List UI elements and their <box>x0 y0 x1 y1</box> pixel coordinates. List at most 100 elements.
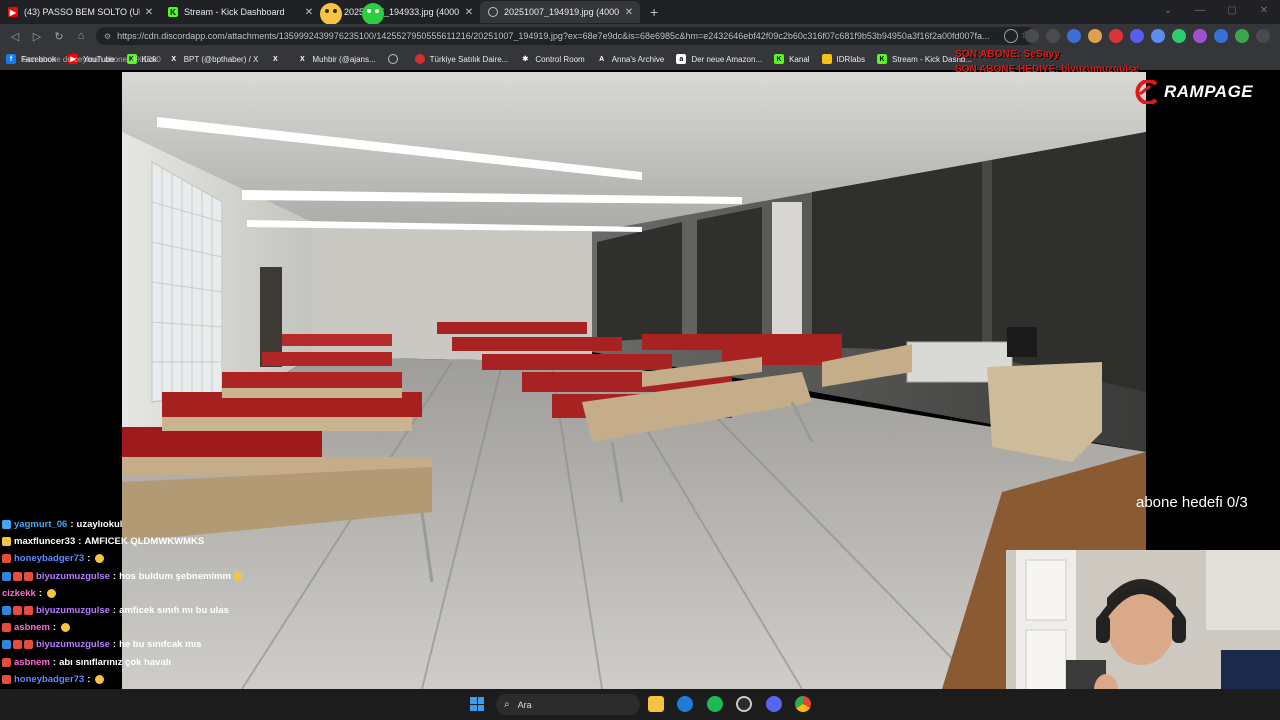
close-icon[interactable]: ✕ <box>624 7 634 18</box>
extension-icon[interactable] <box>1193 29 1207 43</box>
discord-icon[interactable] <box>766 696 782 712</box>
chat-username[interactable]: asbnem <box>14 622 50 633</box>
badge-icon <box>13 571 22 581</box>
chat-username[interactable]: biyuzumuzgulse <box>36 605 110 616</box>
tab-title: Stream - Kick Dashboard <box>184 7 285 17</box>
bookmark-item[interactable]: K Kanal <box>774 54 810 64</box>
facebook-icon: f <box>6 54 16 64</box>
search-icon: ⌕ <box>504 699 510 710</box>
file-explorer-icon[interactable] <box>648 696 664 712</box>
globe-icon <box>387 54 398 64</box>
chat-username[interactable]: yagmurt_06 <box>14 519 67 530</box>
bookmark-item[interactable]: X Muhbir (@ajans... <box>297 54 376 64</box>
minimize-icon[interactable]: — <box>1184 0 1216 22</box>
badge-icon <box>13 606 22 616</box>
badge-icon <box>24 571 33 581</box>
browser-tab[interactable]: K Stream - Kick Dashboard ✕ <box>160 1 320 23</box>
chat-username[interactable]: maxfluncer33 <box>14 536 75 547</box>
chrome-icon[interactable] <box>795 696 811 712</box>
bookmark-item[interactable]: a Der neue Amazon... <box>676 54 762 64</box>
back-icon[interactable]: ◁ <box>4 30 26 43</box>
classroom-image <box>122 72 1146 689</box>
bookmark-icon[interactable] <box>1046 29 1060 43</box>
extension-icon[interactable] <box>1172 29 1186 43</box>
badge-icon <box>2 674 11 684</box>
chat-username[interactable]: biyuzumuzgulse <box>36 639 110 650</box>
new-tab-button[interactable]: + <box>650 4 658 20</box>
maximize-icon[interactable]: ▢ <box>1216 0 1248 22</box>
kick-icon: K <box>774 54 785 64</box>
badge-icon <box>2 554 11 564</box>
rampage-logo-text: RAMPAGE <box>1164 82 1254 101</box>
url-text: https://cdn.discordapp.com/attachments/1… <box>117 31 990 41</box>
bookmark-item[interactable]: X BPT (@bpthaber) / X <box>169 54 259 64</box>
close-icon[interactable]: ✕ <box>304 7 314 18</box>
browser-tab-active[interactable]: 20251007_194919.jpg (4000×3000) ✕ <box>480 1 640 23</box>
profile-avatar[interactable] <box>1235 29 1249 43</box>
obs-icon[interactable] <box>736 696 752 712</box>
extension-icon[interactable] <box>1130 29 1144 43</box>
chat-username[interactable]: honeybadger73 <box>14 674 84 685</box>
forward-icon[interactable]: ▷ <box>26 30 48 43</box>
emote-icon <box>95 674 105 684</box>
close-window-icon[interactable]: ✕ <box>1248 0 1280 22</box>
chat-badges <box>2 537 11 547</box>
badge-icon <box>2 571 11 581</box>
window-controls: ⌄ — ▢ ✕ <box>1152 0 1280 22</box>
bookmark-item[interactable]: ✱ Control Room <box>520 54 584 64</box>
bookmark-item[interactable] <box>387 54 403 64</box>
bookmark-item[interactable]: Türkiye Satılık Daire... <box>414 54 508 64</box>
chat-message: biyuzumuzgulse: hos buldum şebnemimm <box>2 568 262 585</box>
sidepanel-icon[interactable] <box>1214 29 1228 43</box>
chat-text: he bu sınıfcak mıs <box>119 639 202 651</box>
badge-icon <box>2 657 11 667</box>
badge-icon <box>2 537 11 547</box>
bookmark-label: Anna's Archive <box>611 54 665 64</box>
browser-tab[interactable]: ▶ (43) PASSO BEM SOLTO (ULTRA ✕ <box>0 1 160 23</box>
emote-icon <box>61 623 71 633</box>
close-icon[interactable]: ✕ <box>144 7 154 18</box>
share-icon[interactable] <box>1025 29 1039 43</box>
chat-separator: : <box>112 605 117 617</box>
search-placeholder: Ara <box>517 699 532 710</box>
chat-badges <box>2 623 11 633</box>
reload-icon[interactable]: ↻ <box>48 30 70 43</box>
home-icon[interactable]: ⌂ <box>70 30 92 42</box>
zoom-icon[interactable] <box>1004 29 1018 43</box>
badge-icon <box>2 623 11 633</box>
badge-icon <box>2 520 11 530</box>
bookmark-item[interactable]: IDRlabs <box>821 54 865 64</box>
spotify-icon[interactable] <box>707 696 723 712</box>
badge-icon <box>13 640 22 650</box>
bookmark-label: Kanal <box>789 54 810 64</box>
extension-icon[interactable] <box>1109 29 1123 43</box>
chevron-down-icon[interactable]: ⌄ <box>1152 0 1184 22</box>
chat-username[interactable]: asbnem <box>14 657 50 668</box>
address-bar[interactable]: ⚙ https://cdn.discordapp.com/attachments… <box>96 27 1036 45</box>
extension-icons <box>1004 29 1270 43</box>
extension-icon[interactable] <box>1088 29 1102 43</box>
edge-icon[interactable] <box>677 696 693 712</box>
chat-badges <box>2 554 11 564</box>
windows-start-icon[interactable] <box>470 697 484 711</box>
archive-icon: A <box>599 55 605 63</box>
extension-icon[interactable] <box>1067 29 1081 43</box>
emote-icon <box>46 588 56 598</box>
menu-icon[interactable] <box>1256 29 1270 43</box>
chat-username[interactable]: biyuzumuzgulse <box>36 571 110 582</box>
rampage-logo: RAMPAGE <box>1130 80 1253 104</box>
bookmark-label: IDRlabs <box>836 54 865 64</box>
puzzle-icon[interactable] <box>1151 29 1165 43</box>
bookmark-item[interactable]: A Anna's Archive <box>597 54 665 64</box>
bookmark-item[interactable]: X <box>270 54 285 64</box>
taskbar-search[interactable]: ⌕ Ara <box>496 694 640 715</box>
bookmark-label: BPT (@bpthaber) / X <box>183 54 259 64</box>
chat-username[interactable]: cizkekk <box>2 588 36 599</box>
chat-text: AMFICEK QLDMWKWMKS <box>84 536 205 548</box>
chat-username[interactable]: honeybadger73 <box>14 553 84 564</box>
sahibinden-icon <box>414 54 425 64</box>
stream-chat: yagmurt_06: uzaylıokul maxfluncer33: AMFICE… <box>2 516 262 705</box>
chat-message: honeybadger73: <box>2 550 262 567</box>
browser-tab-strip: ▶ (43) PASSO BEM SOLTO (ULTRA ✕ K Stream… <box>0 0 1280 33</box>
close-icon[interactable]: ✕ <box>464 7 474 18</box>
